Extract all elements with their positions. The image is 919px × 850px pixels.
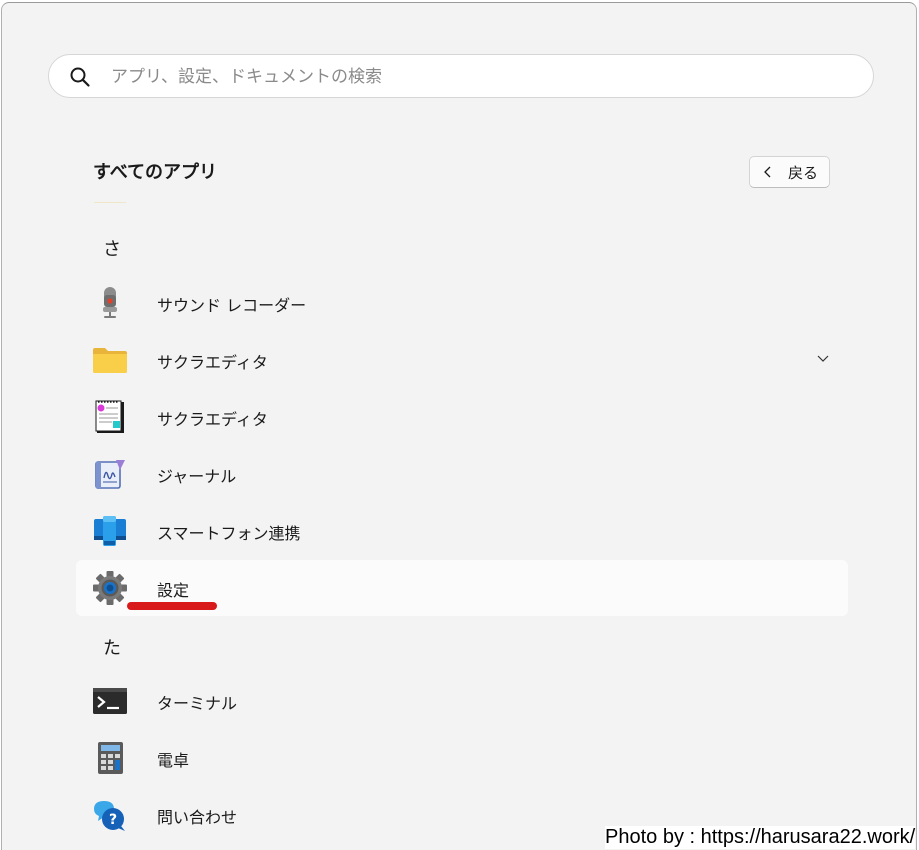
app-item-label: 問い合わせ [157,808,238,827]
app-item-label: サクラエディタ [157,410,268,429]
back-button[interactable]: 戻る [749,156,830,188]
app-item-label: ターミナル [157,694,238,713]
app-item-label: サウンド レコーダー [157,296,307,315]
app-item-calculator[interactable]: 電卓 [76,730,848,786]
app-item-journal[interactable]: ジャーナル [76,446,848,502]
back-button-label: 戻る [788,164,819,182]
app-item-label: 設定 [157,581,190,600]
terminal-icon [93,688,127,714]
journal-icon [95,460,125,489]
calculator-icon [98,742,123,774]
app-item-label: ジャーナル [157,467,237,486]
phone-link-icon [94,516,126,546]
app-item-sound-recorder[interactable]: サウンド レコーダー [76,275,848,331]
app-folder-sakura-editor[interactable]: サクラエディタ [76,332,848,388]
search-icon [70,67,90,87]
group-header-ta[interactable]: た [103,634,121,660]
annotation-underline [127,602,217,610]
gear-icon [93,571,127,605]
chevron-down-icon[interactable] [816,354,830,364]
notepad-icon [95,400,124,433]
chevron-left-icon [764,166,771,178]
start-menu-all-apps-panel: すべてのアプリ 戻る さ サウンド レコーダー サクラエディタ [1,2,917,850]
page-title: すべてのアプリ [93,162,218,183]
photo-credit: Photo by : https://harusara22.work/ [605,826,916,849]
app-item-label: スマートフォン連携 [157,524,301,543]
search-box[interactable] [48,54,874,99]
search-input[interactable] [109,55,853,99]
microphone-icon [103,287,117,318]
app-item-sakura-editor[interactable]: サクラエディタ [76,389,848,445]
app-item-label: サクラエディタ [157,353,268,372]
app-item-terminal[interactable]: ターミナル [76,673,848,729]
help-icon: ? [94,801,125,831]
group-header-sa[interactable]: さ [103,235,121,261]
folder-icon [93,348,127,373]
divider [94,202,126,203]
svg-text:?: ? [109,812,117,828]
app-item-phone-link[interactable]: スマートフォン連携 [76,503,848,559]
app-item-label: 電卓 [157,751,190,770]
